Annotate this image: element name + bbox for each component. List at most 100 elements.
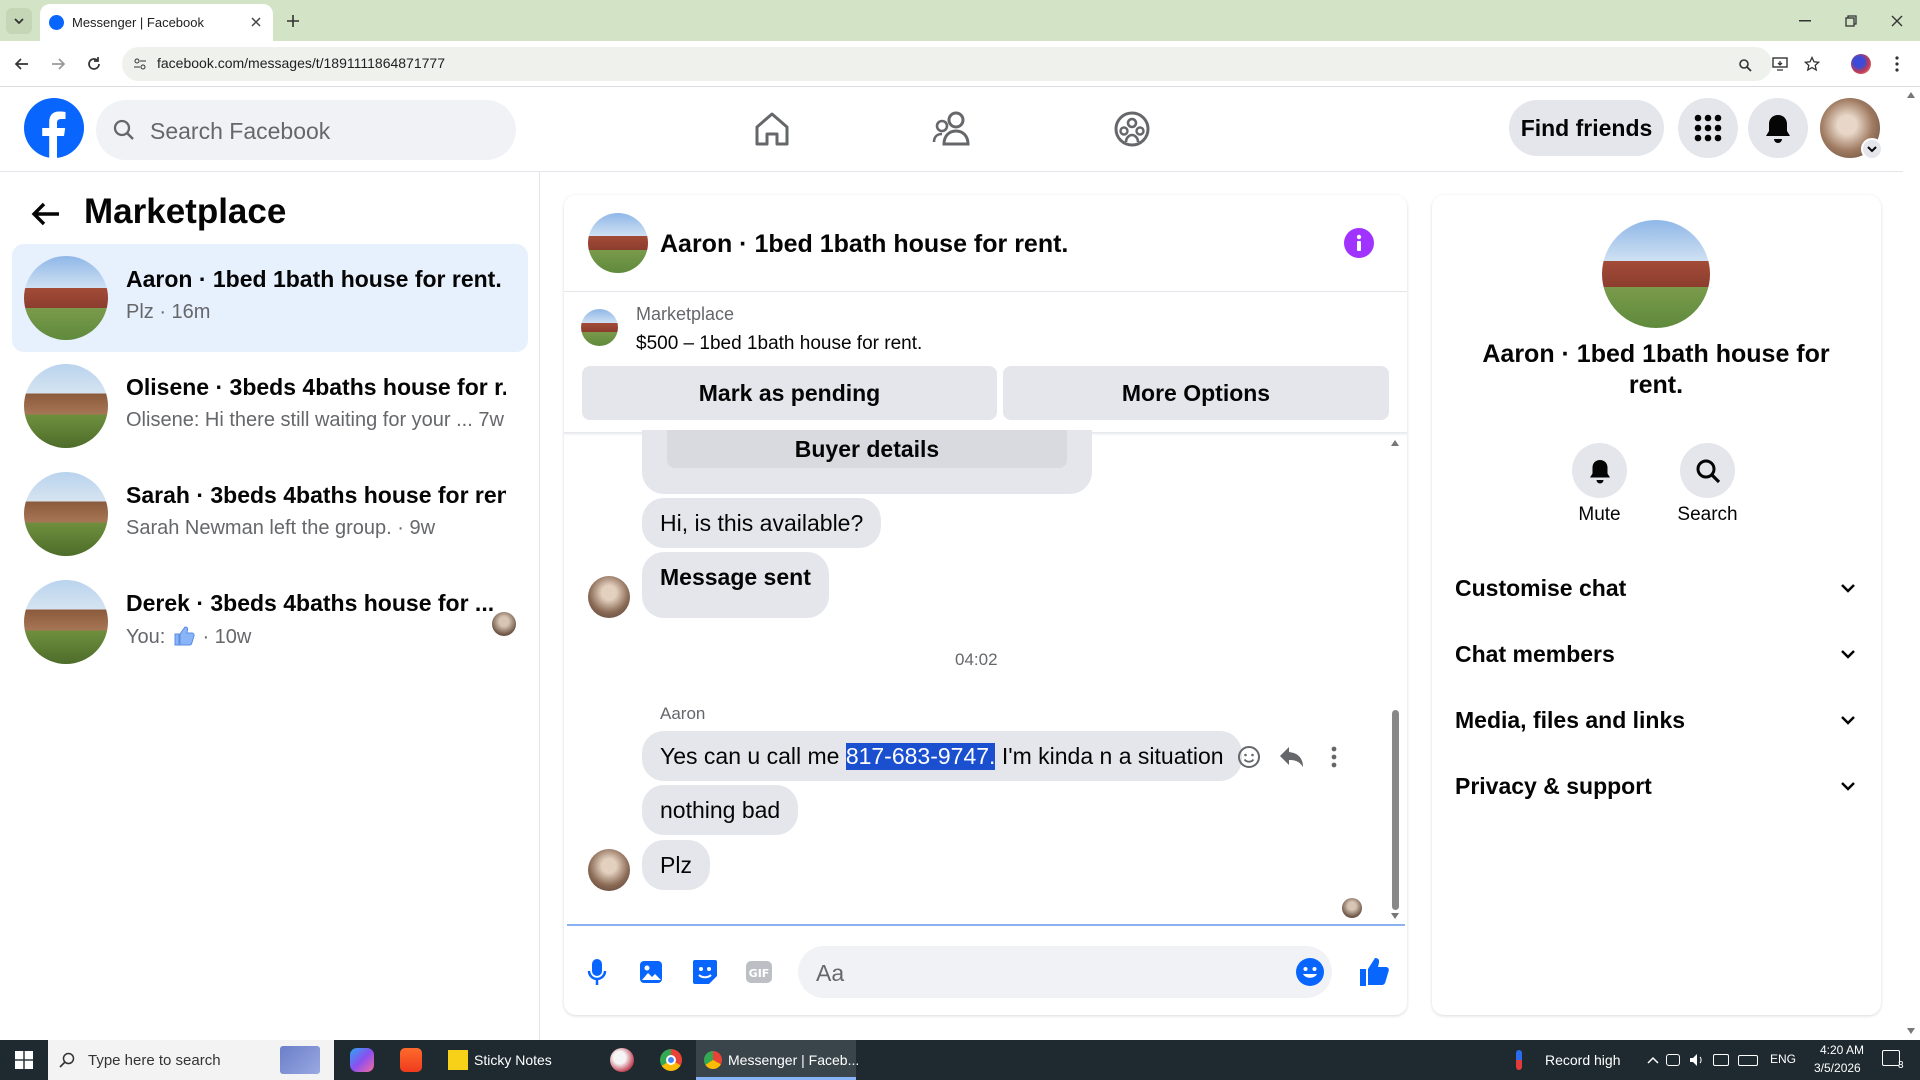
reload-icon[interactable] <box>80 50 108 78</box>
message-bubble[interactable]: Plz <box>642 840 710 890</box>
conversation-preview: You: · 10w <box>126 625 251 649</box>
restore-window-icon[interactable] <box>1836 8 1866 34</box>
tray-chevron-up-icon[interactable] <box>1644 1050 1662 1070</box>
new-tab-plus-icon[interactable] <box>280 8 306 34</box>
listing-thumbnail <box>24 472 108 556</box>
tab-close-icon[interactable] <box>248 14 264 30</box>
buyer-details-button[interactable]: Buyer details <box>667 430 1067 468</box>
mute-bell-icon[interactable] <box>1572 443 1627 498</box>
page-scrollbar-up-arrow-icon[interactable] <box>1907 92 1915 98</box>
privacy-support-section[interactable]: Privacy & support <box>1455 766 1855 806</box>
message-bubble[interactable]: Yes can u call me 817-683-9747. I'm kind… <box>642 731 1242 781</box>
media-files-links-section[interactable]: Media, files and links <box>1455 700 1855 740</box>
back-arrow-icon[interactable] <box>8 50 36 78</box>
site-info-icon[interactable] <box>130 54 150 74</box>
page-scrollbar-down-arrow-icon[interactable] <box>1907 1028 1915 1034</box>
conversation-item[interactable]: Derek · 3beds 4baths house for ... You: … <box>12 568 528 676</box>
listing-thumbnail <box>24 256 108 340</box>
customise-chat-section[interactable]: Customise chat <box>1455 568 1855 608</box>
url-text[interactable]: facebook.com/messages/t/1891111864871777 <box>157 55 445 71</box>
emoji-icon[interactable] <box>1294 956 1326 988</box>
more-options-button[interactable]: More Options <box>1003 366 1389 420</box>
close-window-icon[interactable] <box>1882 8 1912 34</box>
browser-tab-active[interactable]: Messenger | Facebook <box>40 4 273 41</box>
profile-avatar-icon[interactable] <box>1851 54 1871 74</box>
forward-arrow-icon[interactable] <box>44 50 72 78</box>
find-friends-button[interactable]: Find friends <box>1509 100 1664 156</box>
chat-header-avatar[interactable] <box>588 213 648 273</box>
chrome-icon <box>704 1051 722 1069</box>
conversation-search-icon[interactable] <box>1680 443 1735 498</box>
phone-number-selected[interactable]: 817-683-9747. <box>845 742 996 770</box>
bookmark-star-icon[interactable] <box>1800 52 1824 76</box>
clock-time[interactable]: 4:20 AM <box>1820 1043 1864 1057</box>
mark-as-pending-button[interactable]: Mark as pending <box>582 366 997 420</box>
notification-count-badge: 3 <box>1898 1060 1904 1071</box>
panel-title: Marketplace <box>84 192 287 231</box>
weather-label[interactable]: Record high <box>1545 1052 1621 1068</box>
listing-banner-thumbnail <box>581 309 618 346</box>
info-title: Aaron · 1bed 1bath house for rent. <box>1482 340 1830 399</box>
copilot-icon[interactable] <box>350 1048 374 1072</box>
chrome-icon[interactable] <box>660 1049 682 1071</box>
react-smiley-icon[interactable] <box>1234 742 1264 772</box>
chat-scrollbar-up-arrow-icon[interactable] <box>1391 440 1399 446</box>
message-bubble[interactable]: Message sent <box>642 552 829 618</box>
conversation-title: Derek · 3beds 4baths house for ... <box>126 590 495 616</box>
keyboard-icon[interactable] <box>1738 1055 1758 1066</box>
reply-arrow-icon[interactable] <box>1277 742 1307 772</box>
zoom-icon[interactable] <box>1734 54 1756 76</box>
preview-prefix: You: <box>126 626 166 648</box>
mute-label: Mute <box>1578 504 1621 525</box>
listing-label: Marketplace <box>636 304 735 324</box>
language-indicator[interactable]: ENG <box>1770 1052 1796 1066</box>
section-label: Media, files and links <box>1455 706 1686 733</box>
chat-scrollbar-down-arrow-icon[interactable] <box>1391 913 1399 919</box>
listing-text[interactable]: $500 – 1bed 1bath house for rent. <box>636 333 922 355</box>
tab-list-chevron-icon[interactable] <box>6 8 32 34</box>
volume-icon[interactable] <box>1688 1052 1706 1068</box>
chat-scrollbar-thumb[interactable] <box>1392 710 1399 910</box>
photo-attach-icon[interactable] <box>634 955 668 989</box>
message-bubble[interactable]: Hi, is this available? <box>642 498 882 548</box>
facebook-search-input[interactable]: Search Facebook <box>96 100 516 160</box>
groups-gaming-icon[interactable] <box>1102 102 1162 156</box>
friends-icon[interactable] <box>922 102 982 156</box>
message-composer-input[interactable]: Aa <box>798 946 1332 998</box>
install-app-icon[interactable] <box>1768 52 1792 76</box>
conversation-item[interactable]: Olisene · 3beds 4baths house for r... Ol… <box>12 352 528 460</box>
messenger-desktop-icon[interactable] <box>610 1048 634 1072</box>
menu-grid-icon[interactable] <box>1678 98 1738 158</box>
windows-start-icon[interactable] <box>0 1040 48 1080</box>
browser-menu-kebab-icon[interactable] <box>1885 52 1909 76</box>
network-icon[interactable] <box>1713 1054 1729 1066</box>
minimize-window-icon[interactable] <box>1790 8 1820 34</box>
messenger-chrome-taskbar-item[interactable]: Messenger | Faceb... <box>696 1040 859 1080</box>
search-label: Search <box>1677 504 1738 525</box>
back-arrow-icon[interactable] <box>26 194 66 234</box>
home-icon[interactable] <box>742 102 802 156</box>
message-bubble[interactable]: nothing bad <box>642 785 799 835</box>
account-chevron-down-icon[interactable] <box>1861 138 1883 160</box>
brave-browser-icon[interactable] <box>400 1048 422 1072</box>
sticky-notes-taskbar-item[interactable]: Sticky Notes <box>440 1040 576 1080</box>
sticky-notes-label: Sticky Notes <box>474 1052 552 1068</box>
chat-title[interactable]: Aaron · 1bed 1bath house for rent. <box>660 230 1068 259</box>
more-actions-kebab-icon[interactable] <box>1320 742 1348 772</box>
sticker-icon[interactable] <box>688 955 722 989</box>
sender-avatar <box>588 576 630 618</box>
facebook-logo-icon[interactable] <box>24 98 84 158</box>
conversation-item[interactable]: Sarah · 3beds 4baths house for rent. Sar… <box>12 460 528 568</box>
chat-members-section[interactable]: Chat members <box>1455 634 1855 674</box>
conversation-item[interactable]: Aaron · 1bed 1bath house for rent. Plz ·… <box>12 244 528 352</box>
microphone-icon[interactable] <box>580 955 614 989</box>
conversation-info-icon[interactable] <box>1344 228 1374 258</box>
clock-date[interactable]: 3/5/2026 <box>1814 1061 1861 1075</box>
like-thumbs-up-icon[interactable] <box>1354 952 1394 992</box>
conversation-preview: Sarah Newman left the group. · 9w <box>126 517 436 539</box>
taskbar-search-box[interactable]: Type here to search <box>48 1040 334 1080</box>
gif-icon[interactable]: GIF <box>742 955 776 989</box>
notifications-bell-icon[interactable] <box>1748 98 1808 158</box>
url-bar[interactable]: facebook.com/messages/t/1891111864871777 <box>122 47 1772 81</box>
camera-tray-icon[interactable] <box>1666 1054 1680 1066</box>
